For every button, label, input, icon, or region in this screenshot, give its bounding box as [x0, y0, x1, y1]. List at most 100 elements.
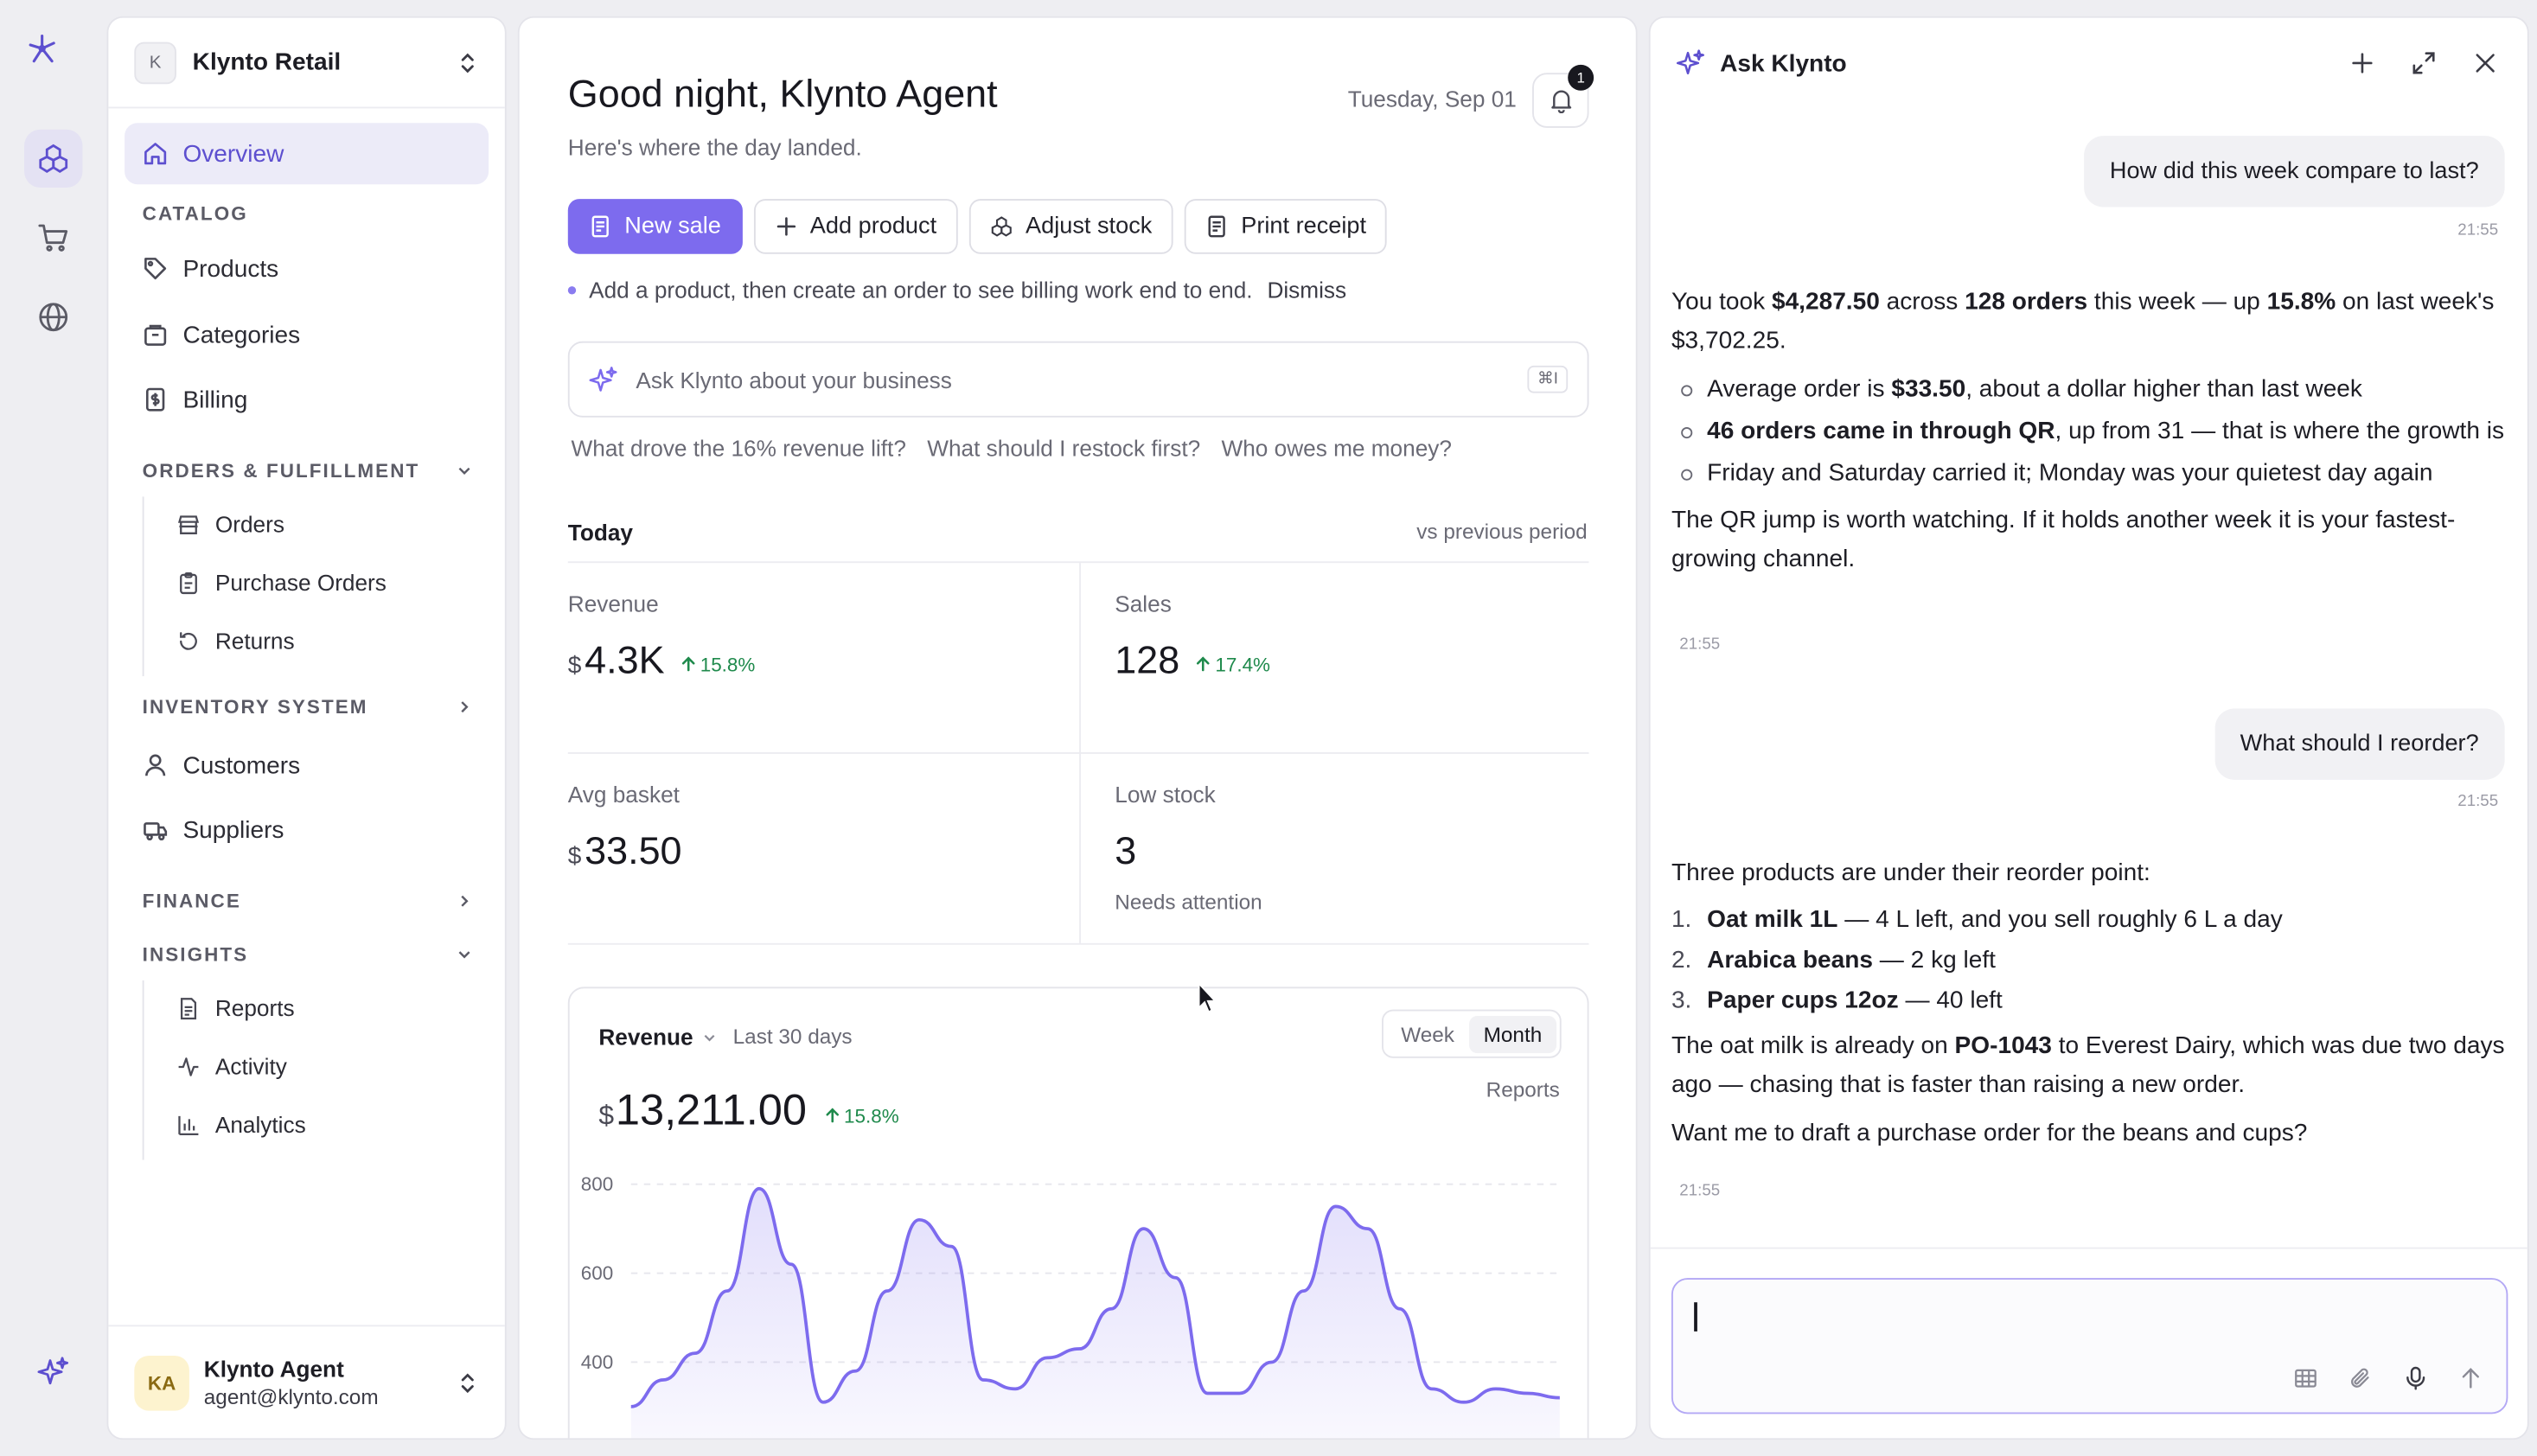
kpi-label: Avg basket — [567, 781, 680, 808]
assistant-message: Three products are under their reorder p… — [1671, 859, 2505, 1147]
section-finance[interactable]: FINANCE — [143, 890, 475, 912]
user-switcher[interactable]: KA Klynto Agent agent@klynto.com — [108, 1325, 505, 1438]
ask-klynto-input[interactable]: Ask Klynto about your business ⌘I — [567, 341, 1589, 418]
suggestion-chip[interactable]: What drove the 16% revenue lift? — [572, 435, 906, 461]
message-timestamp: 21:55 — [1679, 1182, 1721, 1201]
paperclip-icon[interactable] — [2348, 1365, 2374, 1391]
sidebar-item-label: Suppliers — [182, 815, 284, 844]
sidebar-item-activity[interactable]: Activity — [157, 1042, 465, 1090]
mouse-pointer-icon — [1198, 981, 1217, 1013]
print-receipt-button[interactable]: Print receipt — [1184, 199, 1388, 254]
chevron-right-icon — [461, 701, 469, 713]
sidebar-item-reports[interactable]: Reports — [157, 984, 465, 1032]
pos-app-button[interactable] — [24, 208, 82, 266]
kpi-avg-basket[interactable]: Avg basket $33.50 — [568, 752, 1077, 943]
user-icon — [145, 754, 166, 776]
kpi-low-stock[interactable]: Low stock 3 Needs attention — [1115, 752, 1624, 943]
sparkle-icon — [1676, 49, 1704, 75]
sidebar-item-purchase-orders[interactable]: Purchase Orders — [157, 559, 465, 607]
kpi-value: 128 17.4% — [1115, 639, 1271, 683]
sidebar-item-products[interactable]: Products — [125, 238, 489, 299]
y-tick-label: 600 — [581, 1262, 613, 1284]
toggle-week[interactable]: Week — [1386, 1015, 1468, 1052]
inventory-app-button[interactable] — [24, 129, 83, 188]
revenue-chart-card: Revenue Last 30 days Week Month Reports … — [567, 987, 1589, 1439]
section-inventory-system[interactable]: INVENTORY SYSTEM — [143, 696, 475, 718]
sidebar-item-billing[interactable]: Billing — [125, 369, 489, 431]
kpi-sales[interactable]: Sales 128 17.4% — [1115, 561, 1624, 752]
adjust-stock-button[interactable]: Adjust stock — [968, 199, 1173, 254]
sidebar-item-label: Returns — [214, 627, 295, 654]
arrow-up-icon — [1197, 656, 1210, 672]
arrow-up-icon — [681, 656, 694, 672]
section-insights[interactable]: INSIGHTS — [143, 943, 475, 966]
quick-actions: New sale Add product Adjust stock Print … — [567, 199, 1388, 254]
bar-chart-icon — [178, 1114, 199, 1135]
notifications-button[interactable]: 1 — [1532, 64, 1594, 128]
sidebar-item-suppliers[interactable]: Suppliers — [125, 799, 489, 860]
close-button[interactable] — [2469, 47, 2501, 79]
microphone-icon[interactable] — [2403, 1365, 2429, 1391]
kpi-revenue[interactable]: Revenue $4.3K 15.8% — [568, 561, 1077, 752]
assistant-message: You took $4,287.50 across 128 orders thi… — [1671, 288, 2505, 573]
kpi-value: 3 — [1115, 829, 1137, 874]
store-icon — [177, 514, 200, 534]
arrow-up-icon — [825, 1108, 839, 1123]
kpi-label: Sales — [1115, 590, 1172, 616]
divider — [1079, 563, 1081, 943]
file-text-icon — [180, 997, 197, 1019]
chart-total: $13,211.00 15.8% — [598, 1085, 899, 1134]
bullet-dot — [567, 285, 577, 294]
receipt-icon — [591, 215, 609, 238]
new-sale-button[interactable]: New sale — [567, 199, 743, 254]
section-catalog: CATALOG — [142, 201, 248, 226]
section-orders-fulfillment[interactable]: ORDERS & FULFILLMENT — [143, 459, 475, 482]
sidebar-item-categories[interactable]: Categories — [125, 304, 489, 366]
page-title: Good night, Klynto Agent — [567, 73, 998, 117]
message-timestamp: 21:55 — [1679, 635, 1721, 654]
maximize-icon — [2412, 52, 2435, 74]
chat-message-input[interactable] — [1671, 1278, 2508, 1414]
expand-button[interactable] — [2407, 47, 2439, 79]
suggestion-chip[interactable]: What should I restock first? — [927, 435, 1200, 461]
sidebar-item-label: Billing — [182, 386, 248, 414]
hint-text: Add a product, then create an order to s… — [589, 276, 1253, 303]
kpi-note: Needs attention — [1115, 890, 1262, 915]
chart-metric-select[interactable]: Revenue — [598, 1024, 719, 1050]
sidebar-item-label: Overview — [182, 139, 284, 168]
sidebar-item-customers[interactable]: Customers — [125, 734, 489, 795]
new-chat-button[interactable] — [2346, 47, 2378, 79]
suggestion-chip[interactable]: Who owes me money? — [1221, 435, 1451, 461]
org-switcher[interactable]: K Klynto Retail — [108, 18, 505, 109]
dismiss-link[interactable]: Dismiss — [1267, 277, 1346, 303]
app-rail — [0, 0, 106, 1456]
close-icon — [2476, 54, 2495, 73]
revenue-area-fill — [630, 1188, 1560, 1439]
boxes-icon — [39, 144, 68, 173]
globe-icon — [39, 303, 68, 332]
sidebar-item-overview[interactable]: Overview — [125, 123, 489, 185]
storefront-app-button[interactable] — [24, 288, 82, 346]
list-item: 1. Oat milk 1L — 4 L left, and you sell r… — [1671, 905, 2283, 934]
ask-klynto-rail-button[interactable] — [24, 1343, 82, 1401]
add-product-button[interactable]: Add product — [753, 199, 958, 254]
sidebar-item-returns[interactable]: Returns — [157, 616, 465, 665]
sidebar-item-analytics[interactable]: Analytics — [157, 1100, 465, 1148]
org-name: Klynto Retail — [192, 48, 342, 76]
klynto-logo[interactable] — [26, 32, 81, 90]
reports-link[interactable]: Reports — [1486, 1077, 1560, 1102]
toggle-month[interactable]: Month — [1468, 1015, 1557, 1053]
main-panel: Good night, Klynto Agent Here's where th… — [517, 16, 1638, 1440]
send-arrow-icon[interactable] — [2457, 1365, 2483, 1391]
user-message: What should I reorder? — [2214, 708, 2505, 780]
sidebar-item-label: Customers — [182, 751, 301, 779]
ask-placeholder: Ask Klynto about your business — [636, 366, 952, 393]
table-icon[interactable] — [2292, 1365, 2318, 1391]
ask-klynto-panel: Ask Klynto How did this week compare to … — [1648, 16, 2529, 1440]
change-badge: 15.8% — [823, 1104, 899, 1127]
tree-line — [142, 496, 144, 677]
receipt-dollar-icon — [145, 387, 165, 412]
chevron-down-icon — [458, 951, 470, 959]
change-badge: 17.4% — [1194, 653, 1270, 675]
sidebar-item-orders[interactable]: Orders — [157, 500, 465, 548]
